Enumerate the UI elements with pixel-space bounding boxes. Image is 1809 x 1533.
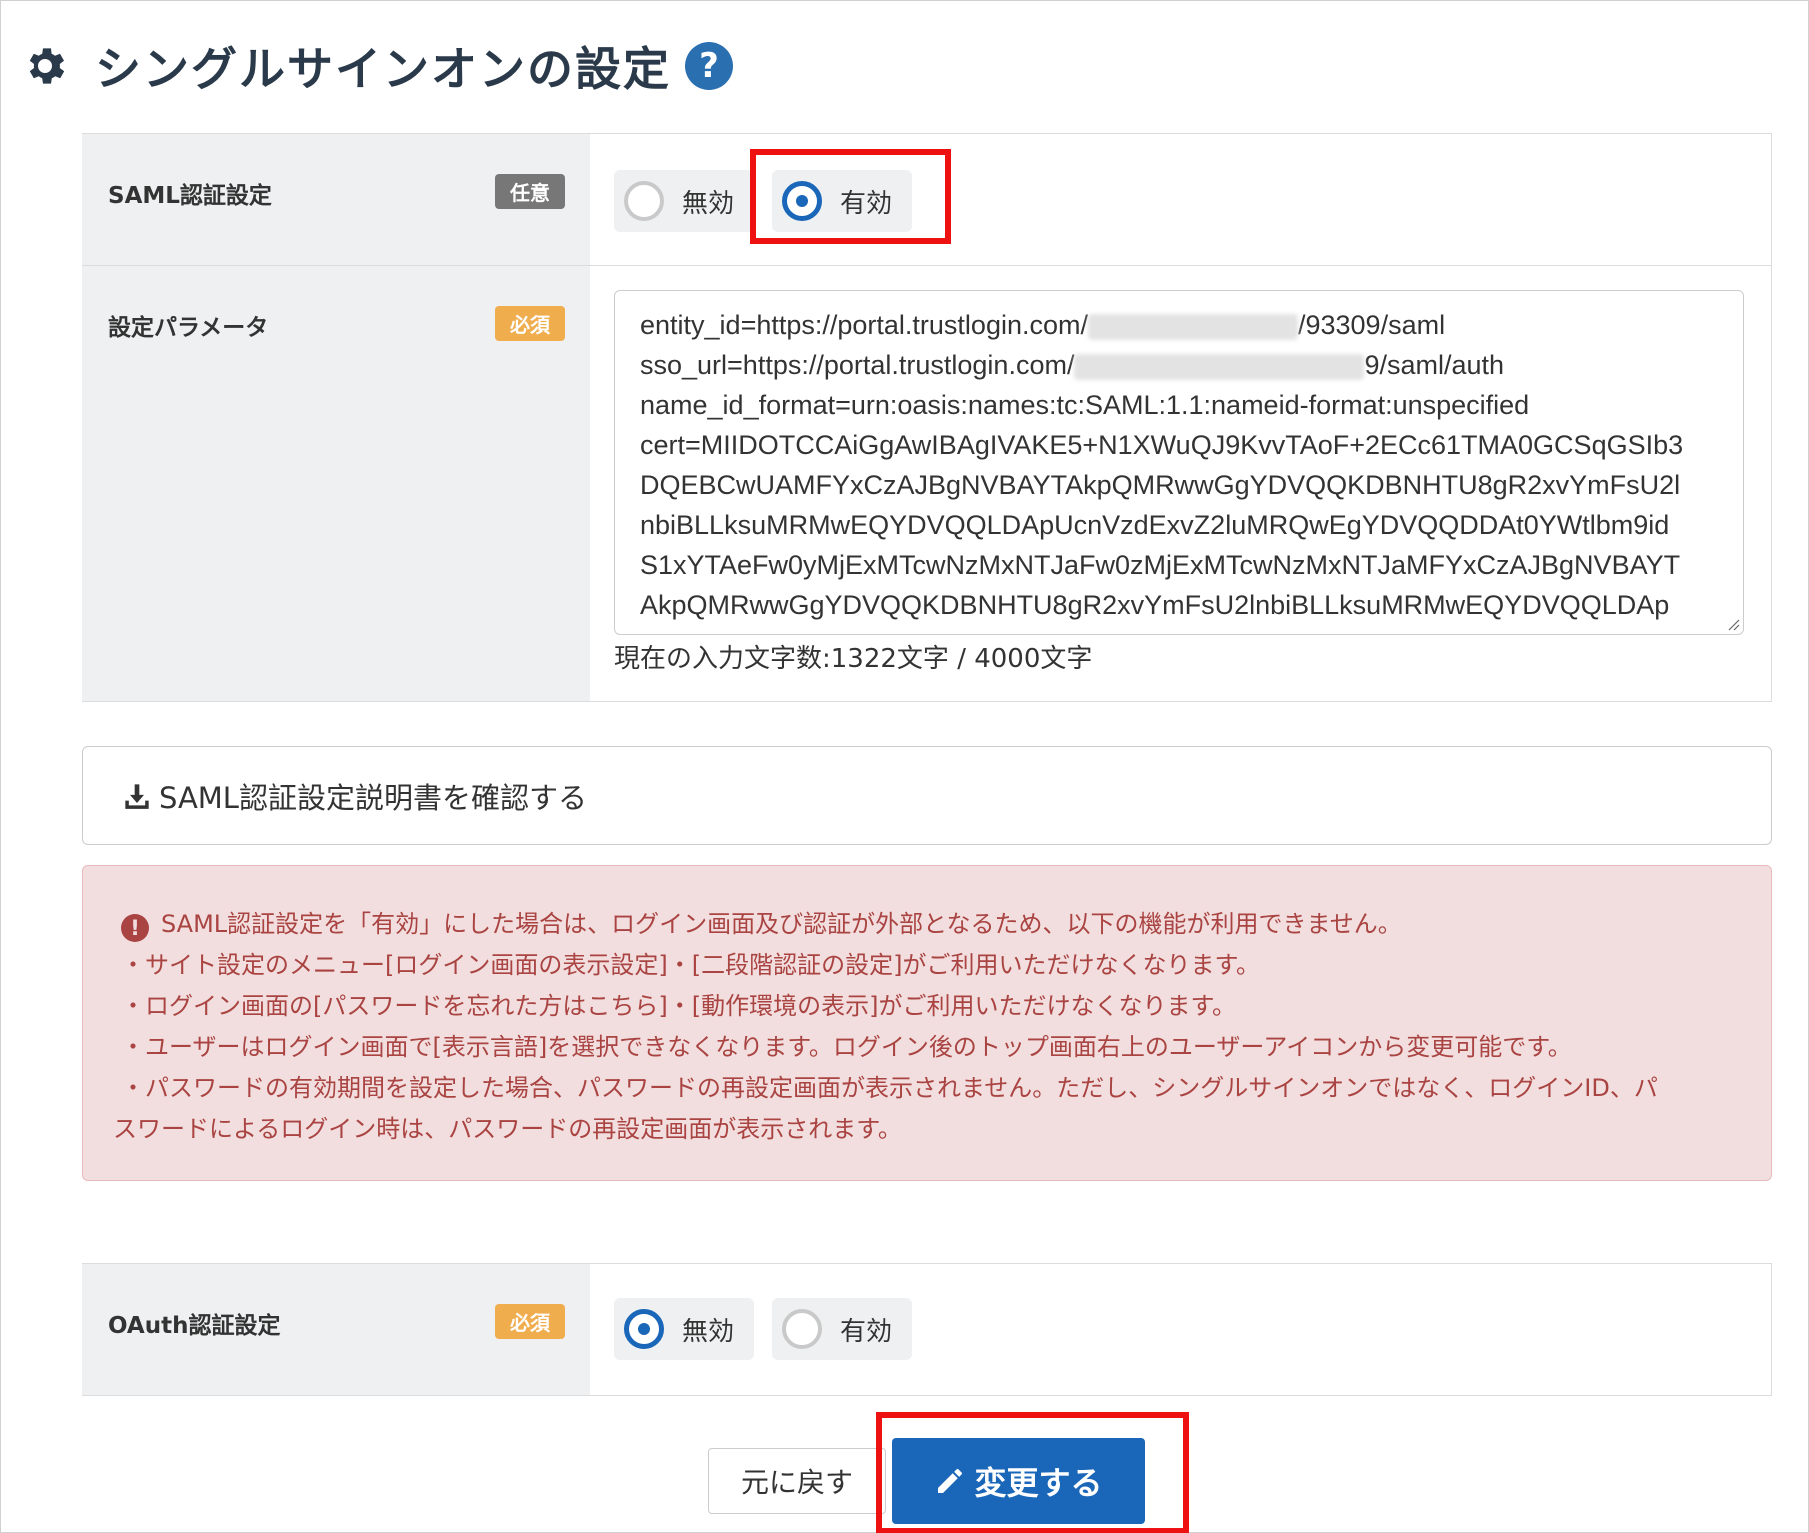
param-line: sso_url=https://portal.trustlogin.com/9/… [640,350,1505,380]
page-title: シングルサインオンの設定 [95,42,671,96]
download-manual-label: SAML認証設定説明書を確認する [159,780,587,815]
optional-badge: 任意 [495,174,565,209]
param-line: nbiBLLksuMRMwEQYDVQQLDApUcnVzdExvZ2luMRQ… [640,510,1670,540]
download-icon [125,783,149,809]
redacted-mask [1074,353,1365,380]
params-textarea[interactable]: entity_id=https://portal.trustlogin.com/… [614,290,1744,635]
param-line: cert=MIIDOTCCAiGgAwIBAgIVAKE5+N1XWuQJ9Kv… [640,430,1684,460]
radio-unchecked-icon[interactable] [624,181,664,221]
char-count: 現在の入力文字数:1322文字 / 4000文字 [614,644,1093,674]
oauth-settings-table: OAuth認証設定 必須 無効 有効 [82,1263,1772,1396]
alert-line: ・ユーザーはログイン画面で[表示言語]を選択できなくなります。ログイン後のトップ… [121,1033,1572,1061]
question-circle-icon[interactable]: ? [685,42,733,90]
resize-grip-icon[interactable] [1726,617,1740,631]
param-line: name_id_format=urn:oasis:names:tc:SAML:1… [640,390,1530,420]
oauth-row: OAuth認証設定 必須 無効 有効 [82,1264,1771,1395]
param-line: DQEBCwUAMFYxCzAJBgNVBAYTAkpQMRwwGgYDVQQK… [640,470,1681,500]
saml-warning-alert: ! SAML認証設定を「有効」にした場合は、ログイン画面及び認証が外部となるため、… [82,865,1772,1181]
alert-line: スワードによるログイン時は、パスワードの再設定画面が表示されます。 [113,1115,902,1143]
radio-checked-icon[interactable] [624,1309,664,1349]
oauth-radio-group: 無効 有効 [614,1298,913,1360]
radio-unchecked-icon[interactable] [782,1309,823,1349]
saml-disabled-label: 無効 [682,188,735,219]
param-line: AkpQMRwwGgYDVQQKDBNHTU8gR2xvYmFsU2lnbiBL… [640,590,1670,620]
saml-label-cell: SAML認証設定 任意 [82,134,590,265]
oauth-disabled-label: 無効 [682,1316,735,1347]
oauth-enabled-label: 有効 [840,1316,893,1347]
alert-line: ・ログイン画面の[パスワードを忘れた方はこちら]・[動作環境の表示]がご利用いた… [121,992,1237,1020]
gear-icon [29,48,65,84]
saml-label: SAML認証設定 [108,183,272,209]
oauth-options-cell: 無効 有効 [590,1264,1771,1395]
oauth-disabled-option[interactable]: 無効 [614,1298,755,1360]
highlight-submit-button [876,1412,1189,1533]
highlight-saml-enabled [750,149,951,244]
oauth-label-cell: OAuth認証設定 必須 [82,1264,590,1395]
alert-line: ・サイト設定のメニュー[ログイン画面の表示設定]・[二段階認証の設定]がご利用い… [121,951,1261,979]
download-manual-link[interactable]: SAML認証設定説明書を確認する [82,746,1772,845]
params-row: 設定パラメータ 必須 entity_id=https://portal.trus… [82,266,1771,701]
param-line: entity_id=https://portal.trustlogin.com/… [640,310,1446,340]
param-line: S1xYTAeFw0yMjExMTcwNzMxNTJaFw0zMjExMTcwN… [640,550,1681,580]
params-label-cell: 設定パラメータ 必須 [82,266,590,701]
exclamation-circle-icon: ! [121,914,149,942]
alert-line: ・パスワードの有効期間を設定した場合、パスワードの再設定画面が表示されません。た… [121,1074,1658,1102]
oauth-label: OAuth認証設定 [108,1313,281,1339]
params-cell: entity_id=https://portal.trustlogin.com/… [590,266,1771,701]
required-badge: 必須 [495,1304,565,1339]
alert-line: ! SAML認証設定を「有効」にした場合は、ログイン画面及び認証が外部となるため、… [113,904,1741,945]
param-line: UcnVzdExvZ2luMRQwEgYDVQQDDAt0YWtlbm9id [640,625,1718,634]
required-badge: 必須 [495,306,565,341]
revert-button[interactable]: 元に戻す [708,1448,886,1514]
saml-disabled-option[interactable]: 無効 [614,170,755,232]
redacted-mask [1087,313,1298,340]
oauth-enabled-option[interactable]: 有効 [772,1298,913,1360]
page-header: シングルサインオンの設定 ? [21,31,733,101]
params-label: 設定パラメータ [108,315,269,341]
